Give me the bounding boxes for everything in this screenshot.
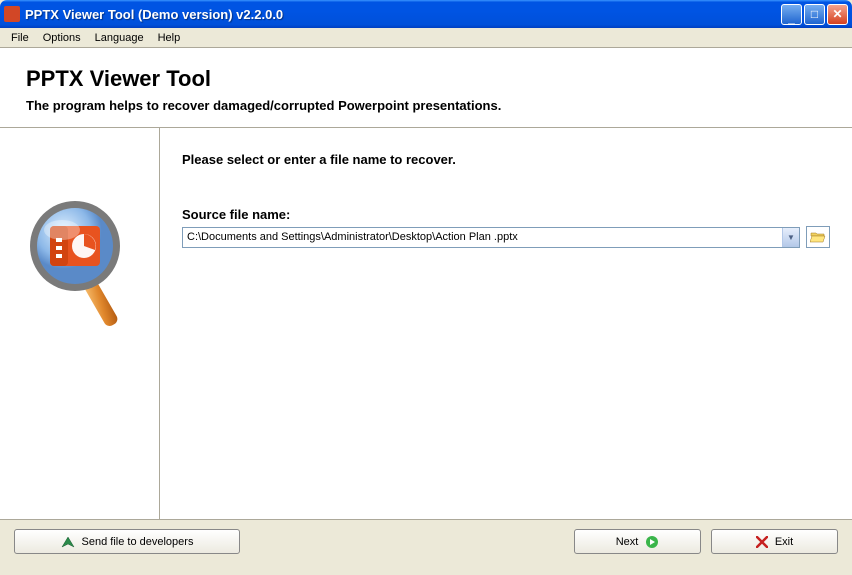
left-pane [0, 128, 160, 519]
menu-language[interactable]: Language [88, 30, 151, 46]
right-pane: Please select or enter a file name to re… [160, 128, 852, 519]
exit-label: Exit [775, 536, 793, 548]
send-icon [61, 536, 75, 548]
close-button[interactable]: ✕ [827, 4, 848, 25]
exit-button[interactable]: Exit [711, 529, 838, 554]
header: PPTX Viewer Tool The program helps to re… [0, 48, 852, 128]
source-file-input[interactable] [183, 228, 782, 247]
minimize-button[interactable]: _ [781, 4, 802, 25]
arrow-right-icon [645, 535, 659, 549]
browse-button[interactable] [806, 226, 830, 248]
source-file-combo[interactable]: ▼ [182, 227, 800, 248]
send-file-label: Send file to developers [82, 536, 194, 548]
app-icon [4, 6, 20, 22]
body: Please select or enter a file name to re… [0, 128, 852, 519]
page-subtitle: The program helps to recover damaged/cor… [26, 98, 826, 113]
window-title: PPTX Viewer Tool (Demo version) v2.2.0.0 [25, 7, 781, 22]
page-title: PPTX Viewer Tool [26, 66, 826, 92]
folder-open-icon [810, 230, 826, 244]
footer: Send file to developers Next Exit [0, 519, 852, 563]
menu-help[interactable]: Help [151, 30, 188, 46]
close-icon [756, 536, 768, 548]
next-label: Next [616, 536, 639, 548]
dropdown-button[interactable]: ▼ [782, 228, 799, 247]
titlebar: PPTX Viewer Tool (Demo version) v2.2.0.0… [0, 0, 852, 28]
menubar: File Options Language Help [0, 28, 852, 48]
source-file-label: Source file name: [182, 207, 830, 222]
maximize-button[interactable]: □ [804, 4, 825, 25]
next-button[interactable]: Next [574, 529, 701, 554]
magnifier-icon [20, 188, 140, 338]
menu-options[interactable]: Options [36, 30, 88, 46]
chevron-down-icon: ▼ [787, 233, 795, 242]
menu-file[interactable]: File [4, 30, 36, 46]
send-file-button[interactable]: Send file to developers [14, 529, 240, 554]
instruction-text: Please select or enter a file name to re… [182, 152, 830, 167]
